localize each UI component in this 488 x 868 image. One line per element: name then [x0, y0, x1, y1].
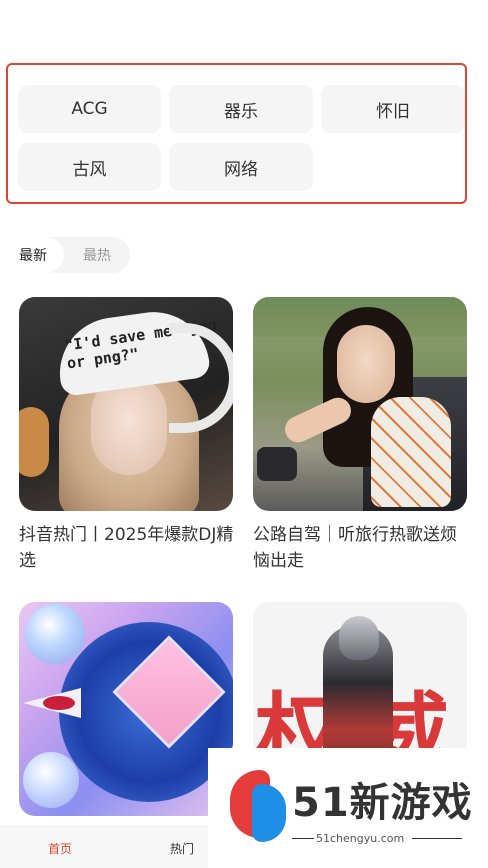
tag-instrumental[interactable]: 器乐: [169, 85, 313, 133]
cover-figure-vest: [371, 397, 451, 507]
sort-hottest-button[interactable]: 最热: [66, 237, 128, 273]
sort-newest-button[interactable]: 最新: [2, 237, 64, 273]
watermark-divider: [412, 838, 462, 839]
tag-internet[interactable]: 网络: [169, 143, 313, 191]
watermark-url: 51chengyu.com: [316, 832, 405, 845]
playlist-cover-1[interactable]: "I'd save me" jpg or png?": [19, 297, 233, 511]
cover-decoration: [19, 407, 49, 477]
playlist-title-2[interactable]: 公路自驾｜听旅行热歌送烦恼出走: [253, 522, 473, 574]
cover-car-mirror: [257, 447, 297, 481]
tag-filter-box: ACG 器乐 怀旧 古风 网络: [6, 63, 467, 204]
watermark-logo-icon: [230, 770, 286, 842]
watermark-divider: [292, 838, 314, 839]
watermark: 51新游戏 51chengyu.com: [208, 748, 488, 868]
cover-hero-head: [339, 616, 379, 660]
headphones-graphic: [169, 323, 233, 433]
cover-figure-face: [337, 325, 395, 403]
cover-bubble: [25, 604, 85, 664]
cover-bubble: [23, 752, 79, 808]
playlist-cover-2[interactable]: [253, 297, 467, 511]
bottom-navigation: 首页 热门: [0, 826, 208, 868]
watermark-brand: 51新游戏: [292, 780, 473, 826]
cover-lips: [43, 696, 75, 710]
tag-ancient-style[interactable]: 古风: [18, 143, 161, 191]
tag-nostalgic[interactable]: 怀旧: [321, 85, 465, 133]
playlist-title-1[interactable]: 抖音热门丨2025年爆款DJ精选: [19, 522, 239, 574]
playlist-cover-3[interactable]: [19, 602, 233, 816]
sort-toggle: 最新 最热: [2, 237, 130, 273]
tag-acg[interactable]: ACG: [18, 85, 161, 133]
nav-home-tab[interactable]: 首页: [20, 827, 100, 868]
